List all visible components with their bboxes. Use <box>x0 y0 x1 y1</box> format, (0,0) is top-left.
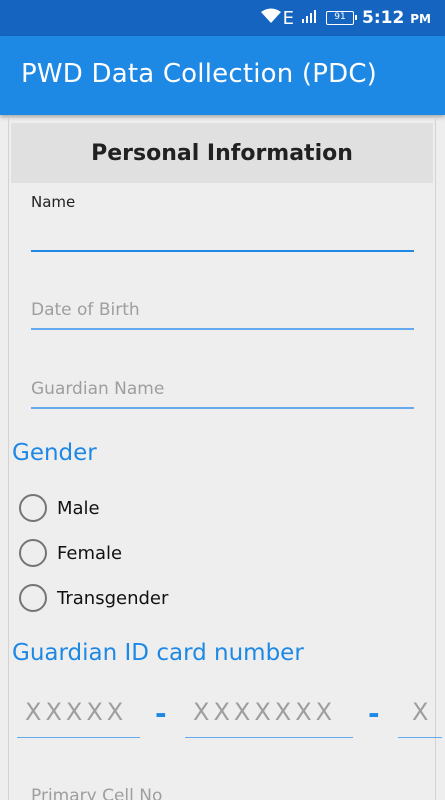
date-of-birth-field[interactable]: Date of Birth <box>31 300 414 330</box>
primary-cell-field[interactable]: Primary Cell No <box>31 786 414 800</box>
guardian-id-part1-underline <box>17 736 140 738</box>
gender-option-transgender[interactable]: Transgender <box>19 583 168 613</box>
gender-option-female[interactable]: Female <box>19 538 122 568</box>
guardian-id-part3-placeholder: X <box>412 698 433 726</box>
guardian-id-part1-placeholder: XXXXX <box>25 698 128 726</box>
guardian-id-part1-input[interactable]: XXXXX <box>17 698 140 738</box>
guardian-id-part2-placeholder: XXXXXXX <box>193 698 337 726</box>
guardian-id-part3-input[interactable]: X <box>398 698 442 738</box>
guardian-id-part2-input[interactable]: XXXXXXX <box>185 698 353 738</box>
radio-button-icon[interactable] <box>19 584 47 612</box>
guardian-name-underline <box>31 407 414 409</box>
app-title: PWD Data Collection (PDC) <box>21 59 378 89</box>
network-type-label: E <box>282 7 295 29</box>
date-of-birth-placeholder: Date of Birth <box>31 300 140 320</box>
radio-label: Male <box>57 497 100 519</box>
guardian-name-field[interactable]: Guardian Name <box>31 379 414 409</box>
name-field[interactable]: Name <box>31 193 414 253</box>
radio-label: Female <box>57 542 123 564</box>
date-of-birth-underline <box>31 328 414 330</box>
radio-label: Transgender <box>57 587 169 609</box>
id-separator: - <box>155 697 167 730</box>
status-bar: E 91 5:12 PM <box>0 0 445 36</box>
left-edge <box>0 117 9 800</box>
radio-button-icon[interactable] <box>19 539 47 567</box>
app-bar: PWD Data Collection (PDC) <box>0 36 445 115</box>
name-label: Name <box>31 193 76 211</box>
clock: 5:12 PM <box>362 8 431 28</box>
status-icons: E 91 5:12 PM <box>260 0 431 36</box>
guardian-id-heading: Guardian ID card number <box>12 640 304 666</box>
radio-button-icon[interactable] <box>19 494 47 522</box>
gender-heading: Gender <box>12 440 97 466</box>
id-separator: - <box>368 697 380 730</box>
guardian-id-part3-underline <box>398 736 442 738</box>
name-underline <box>31 250 414 252</box>
clock-suffix: PM <box>410 12 431 26</box>
guardian-name-placeholder: Guardian Name <box>31 379 165 399</box>
clock-time: 5:12 <box>362 8 405 28</box>
section-header: Personal Information <box>11 123 433 183</box>
primary-cell-placeholder: Primary Cell No <box>31 786 163 800</box>
gender-option-male[interactable]: Male <box>19 493 100 523</box>
battery-icon: 91 <box>326 11 358 25</box>
guardian-id-part2-underline <box>185 736 353 738</box>
signal-icon <box>302 9 318 28</box>
wifi-icon <box>260 8 281 29</box>
